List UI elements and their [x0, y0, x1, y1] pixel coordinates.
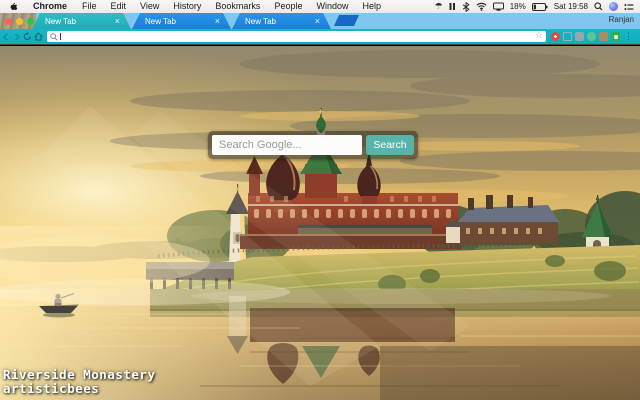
wallpaper-author: artisticbees [3, 381, 100, 396]
extension-icon-green-circle[interactable] [587, 32, 596, 41]
battery-percent-label: 18% [509, 2, 526, 11]
omnibox-search-icon [50, 32, 58, 41]
window-controls [5, 17, 34, 25]
tab-title: New Tab [145, 16, 176, 26]
menu-help[interactable]: Help [355, 0, 388, 13]
text-caret [60, 33, 61, 40]
clock-label[interactable]: Sat 19:58 [554, 2, 588, 11]
menu-chrome[interactable]: Chrome [25, 0, 75, 13]
bookmark-star-icon[interactable]: ☆ [535, 32, 543, 41]
extension-icon-tan[interactable] [599, 32, 608, 41]
tab-strip: New Tab × New Tab × New Tab × Ranjan [0, 13, 640, 29]
menu-window[interactable]: Window [309, 0, 355, 13]
tab-title: New Tab [45, 16, 76, 26]
extension-icon-green-square[interactable] [611, 32, 620, 41]
tab-new-tab-2[interactable]: New Tab × [132, 13, 231, 29]
tab-new-tab-1[interactable]: New Tab × [32, 13, 131, 29]
bars-app-icon[interactable] [449, 2, 456, 11]
wifi-icon[interactable] [476, 2, 487, 11]
spotlight-search-icon[interactable] [594, 2, 603, 11]
forward-icon[interactable] [11, 32, 22, 41]
display-icon[interactable] [492, 2, 504, 11]
extension-icon-red[interactable] [551, 32, 560, 41]
chrome-menu-icon[interactable]: ⋮ [623, 31, 636, 42]
zoom-window-button[interactable] [27, 17, 34, 25]
address-bar[interactable]: ☆ [47, 31, 546, 42]
profile-name-label[interactable]: Ranjan [609, 15, 634, 24]
siri-icon[interactable] [609, 2, 618, 11]
search-input[interactable] [212, 135, 362, 155]
wallpaper-credit: Riverside Monastery artisticbees [3, 368, 156, 396]
menu-history[interactable]: History [166, 0, 208, 13]
extension-icon-gray[interactable] [575, 32, 584, 41]
extension-icons-row: ⋮ [551, 31, 640, 42]
macos-menu-bar: Chrome File Edit View History Bookmarks … [0, 0, 640, 13]
new-tab-page: Search Riverside Monastery artisticbees [0, 46, 640, 400]
browser-window: Chrome File Edit View History Bookmarks … [0, 0, 640, 400]
menu-people[interactable]: People [267, 0, 309, 13]
tab-title: New Tab [245, 16, 276, 26]
tab-close-icon[interactable]: × [115, 17, 131, 25]
wallpaper-title: Riverside Monastery [3, 367, 156, 382]
ntp-background-image [0, 46, 640, 400]
battery-icon[interactable] [531, 2, 548, 11]
umbrella-app-icon[interactable]: ☂ [435, 2, 443, 12]
menu-view[interactable]: View [133, 0, 166, 13]
tab-close-icon[interactable]: × [315, 17, 331, 25]
menu-file[interactable]: File [75, 0, 104, 13]
browser-toolbar: ☆ ⋮ [0, 29, 640, 45]
menu-bookmarks[interactable]: Bookmarks [208, 0, 267, 13]
extension-icon-capture[interactable] [563, 32, 572, 41]
tab-new-tab-3[interactable]: New Tab × [232, 13, 331, 29]
ntp-search-box: Search [208, 131, 418, 159]
minimize-window-button[interactable] [16, 17, 23, 25]
home-icon[interactable] [33, 32, 44, 41]
tab-close-icon[interactable]: × [215, 17, 231, 25]
back-icon[interactable] [0, 32, 11, 41]
reload-icon[interactable] [22, 32, 33, 41]
new-tab-button[interactable] [334, 15, 359, 26]
menubar-status-area: ☂ 18% Sat 19:58 [435, 2, 640, 12]
bluetooth-icon[interactable] [462, 1, 470, 12]
close-window-button[interactable] [5, 17, 12, 25]
notification-center-icon[interactable] [624, 3, 634, 11]
search-button[interactable]: Search [366, 135, 414, 155]
menu-edit[interactable]: Edit [104, 0, 134, 13]
apple-menu-icon[interactable] [9, 1, 18, 13]
